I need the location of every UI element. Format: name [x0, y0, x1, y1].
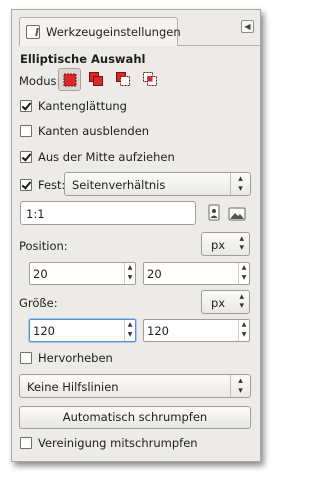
shrink-merged-checkbox[interactable]	[20, 437, 32, 449]
mode-replace-icon	[63, 73, 77, 87]
shrink-merged-label: Vereinigung mitschrumpfen	[38, 436, 198, 450]
tool-options-icon	[26, 25, 40, 39]
size-width-input[interactable]: 120 ▲ ▼	[29, 319, 136, 342]
expand-center-checkbox[interactable]	[20, 151, 32, 163]
tab-label: Werkzeugeinstellungen	[46, 25, 181, 39]
expand-center-label: Aus der Mitte aufziehen	[38, 150, 175, 164]
size-height-input[interactable]: 120 ▲ ▼	[143, 319, 250, 342]
position-label: Position:	[19, 239, 68, 253]
guides-dropdown[interactable]: Keine Hilfslinien ▴ ▾	[19, 374, 251, 398]
antialias-label: Kantenglättung	[38, 99, 127, 113]
feather-label: Kanten ausblenden	[38, 124, 150, 138]
feather-checkbox[interactable]	[20, 125, 32, 137]
tab-tool-options[interactable]: Werkzeugeinstellungen	[19, 17, 181, 46]
position-y-value: 20	[147, 267, 162, 281]
spin-arrows-icon[interactable]: ▲ ▼	[238, 263, 249, 284]
portrait-icon[interactable]	[205, 204, 223, 222]
mode-label: Modus:	[19, 74, 61, 88]
tool-title: Elliptische Auswahl	[20, 52, 146, 66]
ratio-value: 1:1	[26, 207, 45, 221]
position-unit-value: px	[211, 238, 226, 252]
fixed-mode-dropdown[interactable]: Seitenverhältnis ▴ ▾	[64, 172, 251, 196]
mode-add-icon	[89, 72, 103, 86]
size-unit-dropdown[interactable]: px ▴ ▾	[201, 290, 250, 314]
guides-value: Keine Hilfslinien	[27, 380, 119, 394]
ratio-input[interactable]: 1:1	[20, 201, 196, 225]
landscape-icon[interactable]	[228, 205, 246, 223]
mode-selector	[58, 68, 168, 92]
tool-options-panel: Werkzeugeinstellungen ◀ Elliptische Ausw…	[11, 9, 261, 462]
fixed-checkbox[interactable]	[20, 179, 32, 191]
size-width-value: 120	[33, 324, 55, 338]
position-y-input[interactable]: 20 ▲ ▼	[143, 262, 250, 285]
position-x-value: 20	[33, 267, 48, 281]
mode-add-button[interactable]	[85, 68, 108, 91]
spin-arrows-icon[interactable]: ▲ ▼	[238, 320, 249, 341]
mode-replace-button[interactable]	[58, 68, 81, 91]
size-label: Größe:	[19, 296, 58, 310]
spin-arrows-icon[interactable]: ▲ ▼	[124, 263, 135, 284]
mode-intersect-icon	[143, 72, 157, 86]
tab-divider	[178, 45, 260, 46]
highlight-checkbox[interactable]	[20, 352, 32, 364]
antialias-checkbox[interactable]	[20, 100, 32, 112]
fixed-mode-value: Seitenverhältnis	[72, 178, 166, 192]
spin-arrows-icon[interactable]: ▲ ▼	[124, 320, 135, 341]
mode-intersect-button[interactable]	[139, 68, 162, 91]
chevron-updown-icon: ▴ ▾	[239, 234, 244, 253]
size-unit-value: px	[211, 296, 226, 310]
position-x-input[interactable]: 20 ▲ ▼	[29, 262, 136, 285]
chevron-updown-icon: ▴ ▾	[239, 292, 244, 311]
mode-subtract-button[interactable]	[112, 68, 135, 91]
fixed-label: Fest:	[38, 178, 66, 192]
auto-shrink-button[interactable]: Automatisch schrumpfen	[19, 406, 251, 429]
tab-menu-icon[interactable]: ◀	[241, 20, 254, 33]
chevron-updown-icon: ▴ ▾	[230, 375, 250, 397]
mode-subtract-icon	[116, 72, 130, 86]
size-height-value: 120	[147, 324, 169, 338]
position-unit-dropdown[interactable]: px ▴ ▾	[201, 232, 250, 256]
chevron-updown-icon: ▴ ▾	[230, 173, 250, 195]
highlight-label: Hervorheben	[38, 351, 113, 365]
